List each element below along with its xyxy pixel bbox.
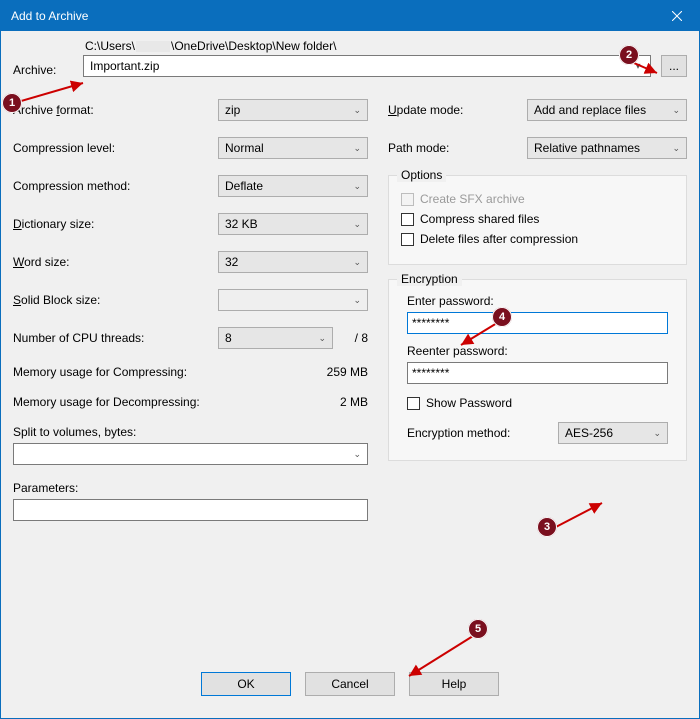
chevron-down-icon: ⌄: [353, 295, 361, 306]
split-volumes-label: Split to volumes, bytes:: [13, 425, 368, 439]
chevron-down-icon: ⌄: [353, 143, 361, 154]
help-button[interactable]: Help: [409, 672, 499, 696]
redacted-username: [136, 41, 170, 52]
encryption-method-label: Encryption method:: [407, 426, 558, 440]
mem-compress-value: 259 MB: [298, 365, 368, 379]
close-icon: [672, 11, 682, 21]
annotation-badge-3: 3: [537, 517, 557, 537]
cpu-threads-total: / 8: [333, 331, 368, 345]
titlebar: Add to Archive: [1, 1, 699, 31]
compress-shared-checkbox[interactable]: [401, 213, 414, 226]
sfx-checkbox: [401, 193, 414, 206]
enter-password-label: Enter password:: [407, 294, 668, 308]
browse-button[interactable]: ...: [661, 55, 687, 77]
archive-name-combo[interactable]: ▾: [83, 55, 651, 77]
update-mode-combo[interactable]: Add and replace files⌄: [527, 99, 687, 121]
mem-decompress-label: Memory usage for Decompressing:: [13, 395, 298, 409]
compression-level-combo[interactable]: Normal⌄: [218, 137, 368, 159]
dictionary-size-label: Dictionary size:: [13, 217, 218, 231]
reenter-password-label: Reenter password:: [407, 344, 668, 358]
compression-method-label: Compression method:: [13, 179, 218, 193]
word-size-label: Word size:: [13, 255, 218, 269]
path-mode-label: Path mode:: [388, 141, 527, 155]
encryption-method-combo[interactable]: AES-256⌄: [558, 422, 668, 444]
compression-level-label: Compression level:: [13, 141, 218, 155]
show-password-label: Show Password: [426, 396, 512, 410]
password-confirm-input[interactable]: [407, 362, 668, 384]
window: Add to Archive Archive: C:\Users\\OneDri…: [0, 0, 700, 719]
cpu-threads-combo[interactable]: 8⌄: [218, 327, 333, 349]
compression-method-combo[interactable]: Deflate⌄: [218, 175, 368, 197]
archive-label: Archive:: [13, 45, 73, 77]
sfx-label: Create SFX archive: [420, 192, 525, 206]
chevron-down-icon: ⌄: [353, 257, 361, 268]
password-input[interactable]: [407, 312, 668, 334]
chevron-down-icon: ⌄: [672, 143, 680, 154]
chevron-down-icon: ⌄: [353, 181, 361, 192]
delete-after-checkbox[interactable]: [401, 233, 414, 246]
annotation-badge-5: 5: [468, 619, 488, 639]
solid-block-label: Solid Block size:: [13, 293, 218, 307]
split-volumes-combo[interactable]: ⌄: [13, 443, 368, 465]
annotation-badge-1: 1: [2, 93, 22, 113]
word-size-combo[interactable]: 32⌄: [218, 251, 368, 273]
delete-after-label: Delete files after compression: [420, 232, 578, 246]
close-button[interactable]: [654, 1, 699, 31]
window-title: Add to Archive: [11, 9, 654, 23]
update-mode-label: Update mode:: [388, 103, 527, 117]
solid-block-combo[interactable]: ⌄: [218, 289, 368, 311]
archive-path: C:\Users\\OneDrive\Desktop\New folder\: [83, 39, 651, 53]
encryption-title: Encryption: [397, 272, 462, 286]
dialog-buttons: OK Cancel Help: [13, 672, 687, 696]
cancel-button[interactable]: Cancel: [305, 672, 395, 696]
dictionary-size-combo[interactable]: 32 KB⌄: [218, 213, 368, 235]
ok-button[interactable]: OK: [201, 672, 291, 696]
annotation-badge-4: 4: [492, 307, 512, 327]
chevron-down-icon: ⌄: [353, 105, 361, 116]
mem-compress-label: Memory usage for Compressing:: [13, 365, 298, 379]
mem-decompress-value: 2 MB: [298, 395, 368, 409]
chevron-down-icon: ⌄: [353, 449, 361, 460]
show-password-checkbox[interactable]: [407, 397, 420, 410]
encryption-group: Encryption Enter password: Reenter passw…: [388, 279, 687, 461]
parameters-input[interactable]: [13, 499, 368, 521]
path-mode-combo[interactable]: Relative pathnames⌄: [527, 137, 687, 159]
compress-shared-label: Compress shared files: [420, 212, 539, 226]
annotation-badge-2: 2: [619, 45, 639, 65]
chevron-down-icon: ⌄: [353, 219, 361, 230]
archive-name-input[interactable]: [88, 58, 630, 74]
parameters-label: Parameters:: [13, 481, 368, 495]
chevron-down-icon: ⌄: [653, 428, 661, 439]
archive-format-combo[interactable]: zip⌄: [218, 99, 368, 121]
archive-format-label: Archive format:: [13, 103, 218, 117]
chevron-down-icon: ⌄: [672, 105, 680, 116]
chevron-down-icon: ⌄: [318, 333, 326, 344]
cpu-threads-label: Number of CPU threads:: [13, 331, 218, 345]
options-title: Options: [397, 168, 446, 182]
options-group: Options Create SFX archive Compress shar…: [388, 175, 687, 265]
